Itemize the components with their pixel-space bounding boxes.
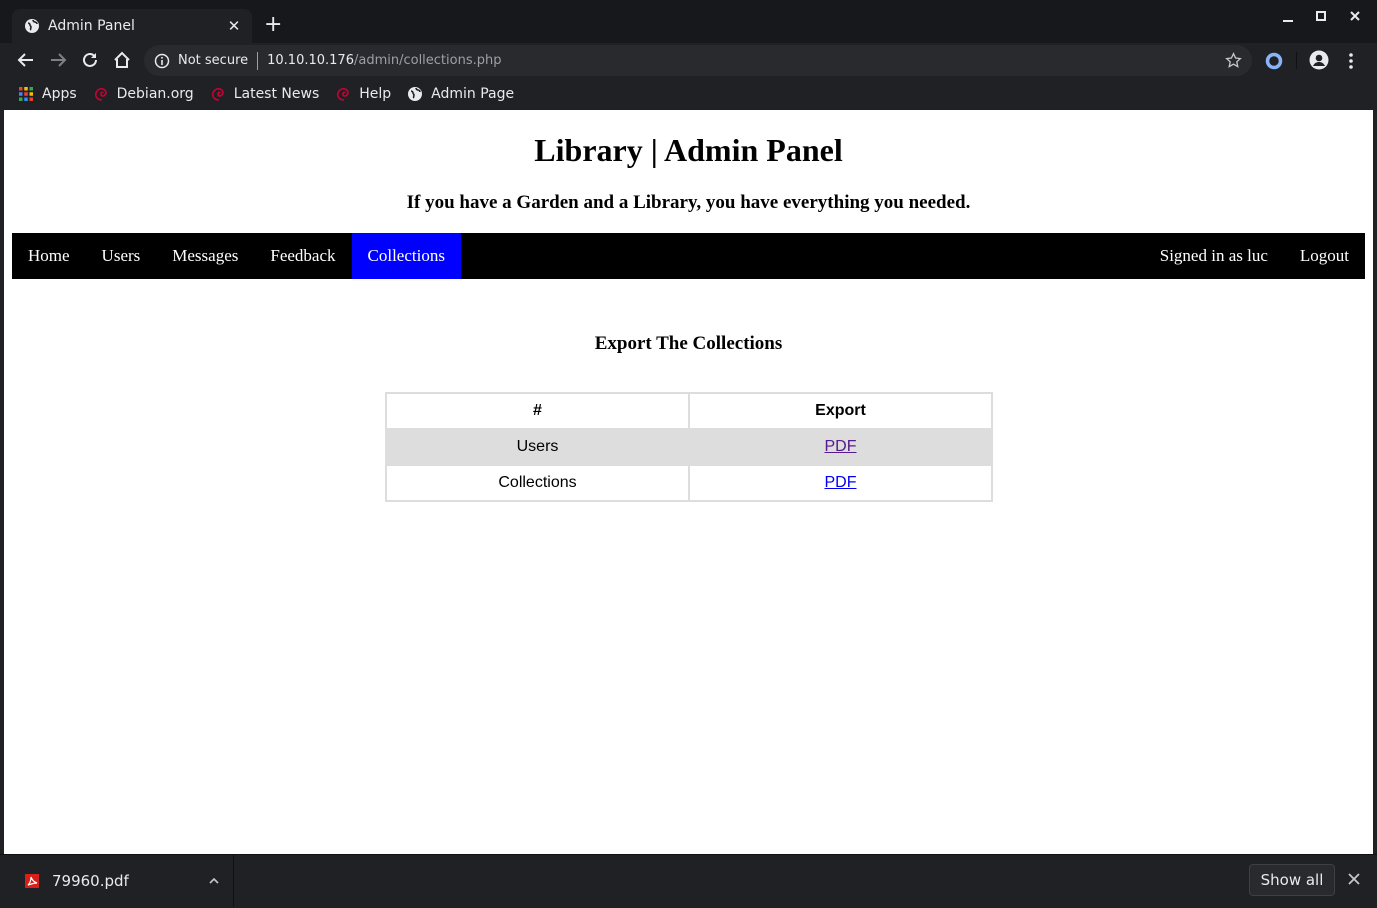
bookmarks-bar: Apps Debian.org Latest News Help Admin P… <box>0 78 1377 110</box>
info-icon[interactable] <box>154 53 170 69</box>
bookmark-debian[interactable]: Debian.org <box>93 86 194 102</box>
new-tab-button[interactable]: + <box>264 13 282 37</box>
browser-toolbar: Not secure 10.10.10.176/admin/collection… <box>0 43 1377 78</box>
close-icon <box>1350 11 1360 21</box>
nav-logout[interactable]: Logout <box>1284 233 1365 279</box>
globe-icon <box>408 87 423 101</box>
column-header-export: Export <box>688 392 993 430</box>
row-name: Users <box>385 428 690 466</box>
arrow-right-icon <box>51 53 67 67</box>
toolbar-divider <box>1296 52 1297 69</box>
export-table: # Export Users PDF Collections PDF <box>385 392 993 502</box>
row-export-cell: PDF <box>688 428 993 466</box>
reload-icon <box>83 52 97 67</box>
page-viewport: Library | Admin Panel If you have a Gard… <box>4 110 1373 854</box>
maximize-icon <box>1316 11 1326 21</box>
export-users-pdf-link[interactable]: PDF <box>825 438 857 455</box>
reload-button[interactable] <box>79 49 101 71</box>
back-button[interactable] <box>15 49 37 71</box>
window-frame-right <box>1373 110 1377 854</box>
address-separator <box>257 51 259 70</box>
url-host: 10.10.10.176 <box>267 53 354 68</box>
show-all-button[interactable]: Show all <box>1249 864 1335 896</box>
arrow-left-icon <box>17 53 33 67</box>
globe-icon <box>25 19 39 33</box>
extension-icon[interactable] <box>1265 52 1283 70</box>
download-item[interactable]: 79960.pdf <box>12 855 234 907</box>
debian-icon <box>211 87 224 101</box>
nav-home[interactable]: Home <box>12 233 86 279</box>
browser-tab[interactable]: Admin Panel ✕ <box>12 9 252 43</box>
nav-messages[interactable]: Messages <box>156 233 254 279</box>
column-header-number: # <box>385 392 690 430</box>
star-icon[interactable] <box>1225 52 1242 69</box>
close-icon[interactable] <box>1345 870 1363 888</box>
download-filename: 79960.pdf <box>52 872 129 890</box>
nav-signed-in[interactable]: Signed in as luc <box>1144 233 1284 279</box>
row-name: Collections <box>385 464 690 502</box>
tab-title: Admin Panel <box>48 18 135 34</box>
bookmark-admin-page[interactable]: Admin Page <box>407 86 514 102</box>
debian-icon <box>337 87 350 101</box>
home-icon <box>114 51 130 68</box>
page-title: Library | Admin Panel <box>534 132 843 168</box>
security-label: Not secure <box>178 53 249 68</box>
debian-icon <box>94 87 107 101</box>
apps-grid-icon <box>19 87 33 101</box>
bookmark-label: Help <box>359 86 392 102</box>
address-bar[interactable]: Not secure 10.10.10.176/admin/collection… <box>144 45 1252 76</box>
chevron-up-icon[interactable] <box>207 874 221 888</box>
nav-collections[interactable]: Collections <box>351 233 461 279</box>
page-subtitle: If you have a Garden and a Library, you … <box>406 192 971 213</box>
tab-close-icon[interactable]: ✕ <box>226 17 242 35</box>
table-header-row: # Export <box>385 392 993 430</box>
main-nav: Home Users Messages Feedback Collections… <box>12 233 1365 279</box>
close-window-button[interactable] <box>1345 10 1365 26</box>
download-shelf: 79960.pdf Show all <box>0 854 1377 908</box>
export-collections-pdf-link[interactable]: PDF <box>825 474 857 491</box>
nav-feedback[interactable]: Feedback <box>254 233 351 279</box>
bookmark-apps[interactable]: Apps <box>18 86 77 102</box>
bookmark-latest-news[interactable]: Latest News <box>210 86 320 102</box>
section-title: Export The Collections <box>594 333 783 354</box>
title-bar: Admin Panel ✕ + <box>0 0 1377 43</box>
menu-dots-icon[interactable] <box>1342 51 1360 71</box>
url-path: /admin/collections.php <box>353 53 502 68</box>
bookmark-label: Admin Page <box>431 86 515 102</box>
nav-spacer <box>461 233 1144 279</box>
bookmark-label: Latest News <box>233 86 320 102</box>
table-row: Collections PDF <box>385 464 993 502</box>
bookmark-help[interactable]: Help <box>335 86 391 102</box>
forward-button[interactable] <box>47 49 69 71</box>
home-button[interactable] <box>111 49 133 71</box>
bookmark-label: Apps <box>42 86 77 102</box>
profile-icon[interactable] <box>1309 50 1329 70</box>
bookmark-label: Debian.org <box>116 86 194 102</box>
minimize-icon <box>1283 20 1293 22</box>
pdf-file-icon <box>25 874 39 888</box>
nav-users[interactable]: Users <box>86 233 157 279</box>
minimize-button[interactable] <box>1278 10 1298 26</box>
maximize-button[interactable] <box>1311 10 1331 26</box>
table-row: Users PDF <box>385 428 993 466</box>
row-export-cell: PDF <box>688 464 993 502</box>
